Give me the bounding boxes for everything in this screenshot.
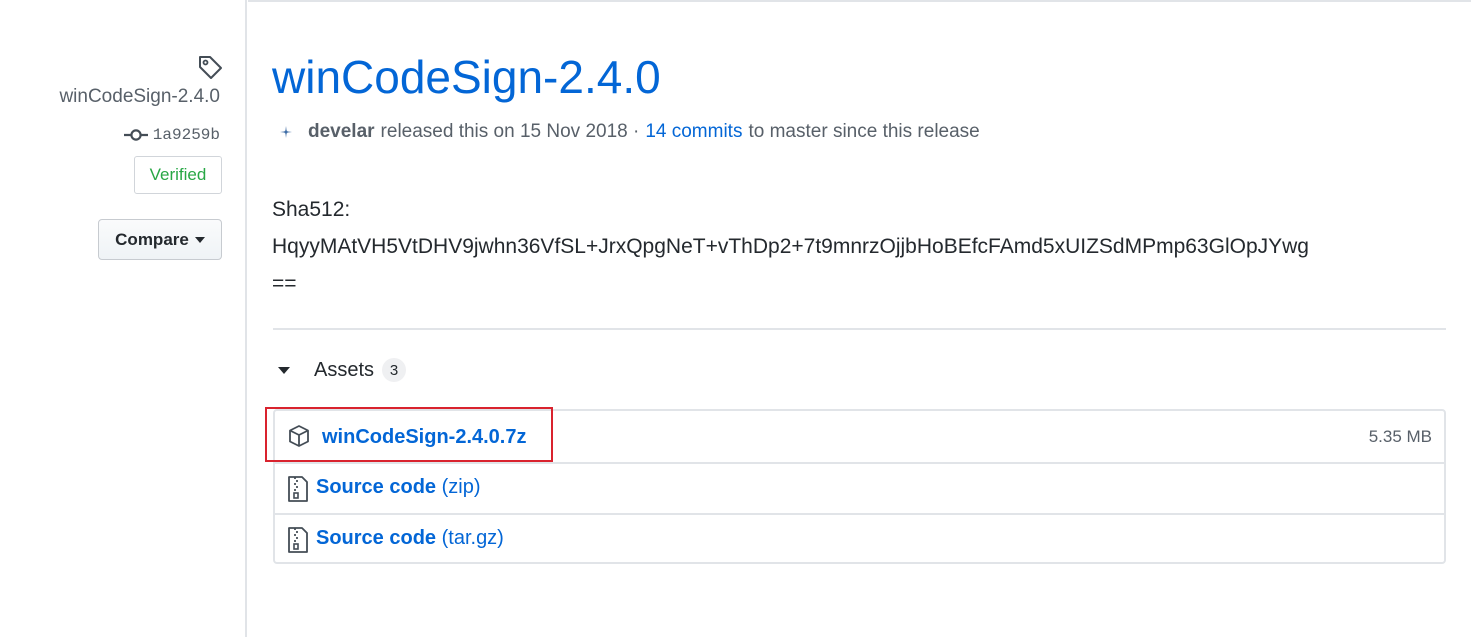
tag-link[interactable]: winCodeSign-2.4.0: [59, 86, 220, 108]
released-text: released this on 15 Nov 2018 ·: [380, 121, 640, 142]
notes-line: Sha512:: [272, 198, 351, 221]
assets-label: Assets: [314, 358, 375, 381]
asset-link-source-zip[interactable]: Source code (zip): [316, 476, 481, 499]
release-page: winCodeSign-2.4.0 1a9259b Verified Compa…: [0, 0, 1471, 637]
notes-line: ==: [272, 272, 297, 295]
section-divider: [273, 328, 1446, 330]
asset-link-source-targz[interactable]: Source code (tar.gz): [316, 527, 504, 550]
release-meta: develar released this on 15 Nov 2018 · 1…: [278, 119, 980, 145]
file-zip-icon: [288, 476, 308, 502]
asset-name: Source code: [316, 476, 437, 498]
commits-link[interactable]: 14 commits: [645, 121, 742, 143]
author-link[interactable]: develar: [308, 121, 375, 143]
chevron-down-icon: [194, 236, 205, 243]
compare-button-label: Compare: [115, 229, 189, 249]
asset-ext: (zip): [441, 476, 481, 498]
top-border: [248, 0, 1471, 2]
commit-sha[interactable]: 1a9259b: [153, 126, 220, 144]
commit-ref[interactable]: 1a9259b: [123, 124, 220, 146]
asset-ext: (tar.gz): [441, 527, 504, 549]
compare-button[interactable]: Compare: [98, 219, 222, 260]
assets-count-badge: 3: [382, 358, 407, 382]
triangle-down-icon: [278, 366, 290, 374]
release-notes: Sha512: HqyyMAtVH5VtDHV9jwhn36VfSL+JrxQp…: [272, 191, 1442, 302]
asset-row: Source code (tar.gz): [275, 513, 1444, 564]
avatar[interactable]: [278, 124, 294, 140]
since-release-text: to master since this release: [748, 121, 980, 142]
asset-name: Source code: [316, 527, 437, 549]
tag-icon: [199, 56, 222, 79]
file-zip-icon: [288, 527, 308, 553]
assets-toggle[interactable]: Assets 3: [278, 356, 407, 384]
asset-size: 5.35 MB: [1368, 427, 1432, 446]
verified-badge[interactable]: Verified: [134, 156, 222, 194]
release-title[interactable]: winCodeSign-2.4.0: [272, 50, 661, 104]
annotation-highlight-box: [265, 407, 553, 462]
asset-row: Source code (zip): [275, 462, 1444, 513]
release-sidebar: winCodeSign-2.4.0 1a9259b Verified Compa…: [0, 0, 247, 637]
git-commit-icon: [123, 129, 148, 141]
notes-line: HqyyMAtVH5VtDHV9jwhn36VfSL+JrxQpgNeT+vTh…: [272, 235, 1309, 258]
